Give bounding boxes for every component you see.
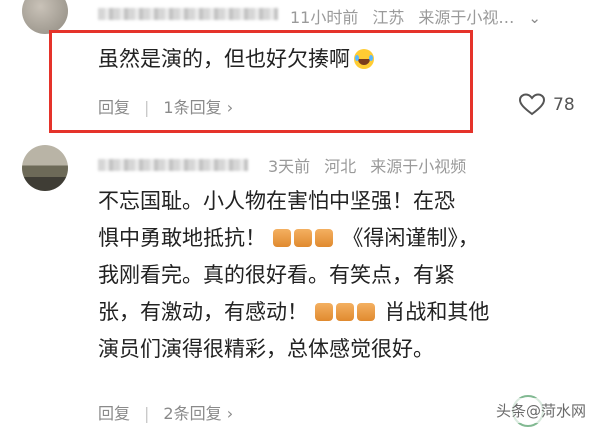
- comment-line: 惧中勇敢地抵抗！ 《得闲谨制》，: [98, 220, 588, 257]
- chevron-right-icon: ›: [226, 404, 234, 423]
- comment-fragment: 惧中勇敢地抵抗！: [98, 226, 266, 250]
- comment-source: 来源于小视…: [418, 8, 515, 27]
- comment-text: 不忘国耻。小人物在害怕中坚强！在恐 惧中勇敢地抵抗！ 《得闲谨制》， 我刚看完。…: [98, 183, 588, 368]
- reply-button[interactable]: 回复: [98, 404, 130, 423]
- comment-meta: 11小时前 江苏 来源于小视… ⌄: [290, 4, 555, 28]
- comment-source: 来源于小视频: [370, 157, 467, 176]
- comment-fragment: 肖战和其他: [384, 300, 490, 324]
- chevron-right-icon: ›: [226, 98, 234, 117]
- divider: |: [144, 404, 150, 423]
- comment-line: 张，有激动，有感动！ 肖战和其他: [98, 294, 588, 331]
- thumbs-up-icon: [272, 229, 291, 247]
- comment-time: 3天前: [268, 157, 311, 176]
- comment-meta: 3天前 河北 来源于小视频: [268, 153, 480, 177]
- thumbs-up-icon: [314, 303, 333, 321]
- replies-label: 2条回复: [163, 404, 222, 423]
- comment-actions: 回复 | 2条回复 ›: [98, 400, 233, 424]
- thumbs-up-icon: [335, 303, 354, 321]
- username-redacted[interactable]: [98, 159, 248, 171]
- comment-line: 演员们演得很精彩，总体感觉很好。: [98, 337, 434, 361]
- heart-icon[interactable]: [519, 93, 545, 117]
- thumbs-up-icon: [314, 229, 333, 247]
- username-redacted[interactable]: [98, 8, 278, 20]
- chevron-down-icon[interactable]: ⌄: [528, 9, 541, 27]
- reply-button[interactable]: 回复: [98, 98, 130, 117]
- comment-fragment: 张，有激动，有感动！: [98, 300, 308, 324]
- comment-fragment: 《得闲谨制》，: [342, 226, 479, 250]
- avatar[interactable]: [22, 145, 68, 191]
- comment-actions: 回复 | 1条回复 ›: [98, 94, 233, 118]
- comment-line: 我刚看完。真的很好看。有笑点，有紧: [98, 263, 455, 287]
- laugh-cry-emoji-icon: [354, 49, 374, 69]
- thumbs-up-icon: [356, 303, 375, 321]
- comment-text: 虽然是演的，但也好欠揍啊: [98, 43, 374, 73]
- replies-label: 1条回复: [163, 98, 222, 117]
- comment-location: 河北: [324, 157, 357, 176]
- view-replies-button[interactable]: 1条回复 ›: [163, 98, 233, 117]
- thumbs-up-icon: [293, 229, 312, 247]
- comment-time: 11小时前: [290, 8, 359, 27]
- comment-line: 不忘国耻。小人物在害怕中坚强！在恐: [98, 189, 455, 213]
- divider: |: [144, 98, 150, 117]
- avatar[interactable]: [22, 0, 68, 34]
- comment-location: 江苏: [372, 8, 405, 27]
- view-replies-button[interactable]: 2条回复 ›: [163, 404, 233, 423]
- like-count: 78: [553, 95, 575, 115]
- watermark: 头条@菏水网: [489, 398, 592, 423]
- comment-text-content: 虽然是演的，但也好欠揍啊: [98, 47, 350, 71]
